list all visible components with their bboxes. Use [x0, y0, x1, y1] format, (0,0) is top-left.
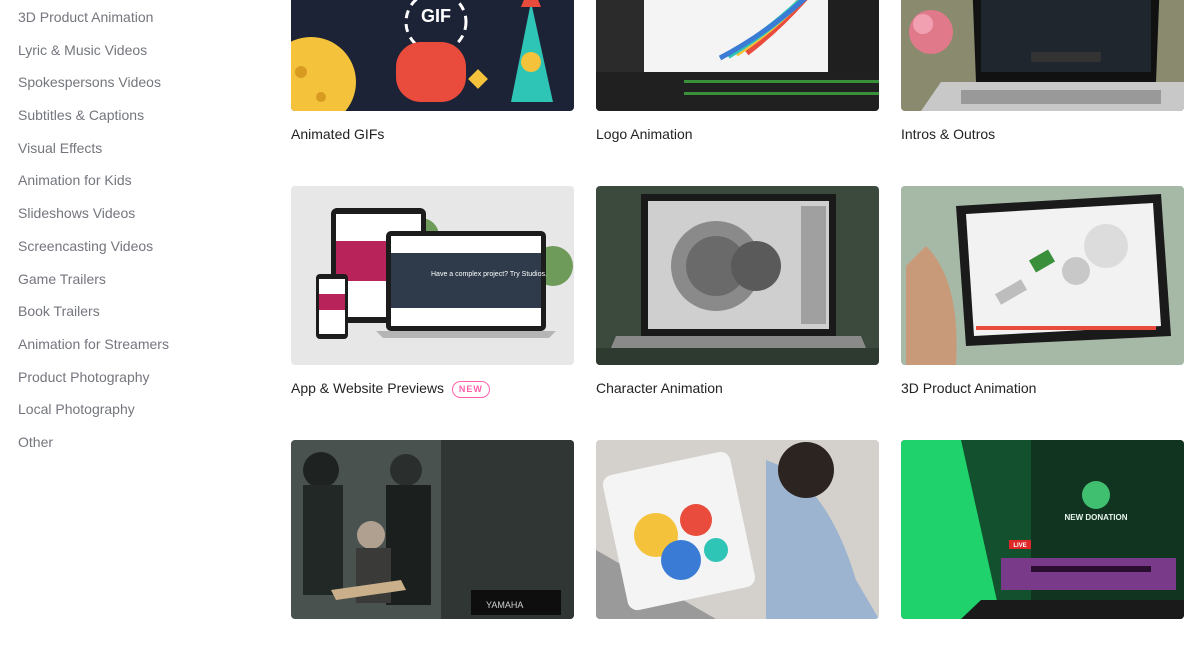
card-thumbnail: [596, 440, 879, 619]
card-label: 3D Product Animation: [901, 380, 1037, 396]
card-label: Animated GIFs: [291, 126, 385, 142]
live-thumb-text: LIVE: [1013, 543, 1026, 549]
card-thumbnail: [901, 186, 1184, 365]
card-animated-gifs[interactable]: GIF Animated GIFs: [291, 0, 574, 143]
card-thumbnail: [596, 0, 879, 111]
logo-animation-image: [596, 0, 879, 111]
preview-heading-text: Have a complex project? Try Studios.: [431, 271, 547, 278]
card-kids-tablet[interactable]: [596, 440, 879, 651]
card-app-website-previews[interactable]: Have a complex project? Try Studios. App…: [291, 186, 574, 398]
card-thumbnail: GIF: [291, 0, 574, 111]
card-label: Intros & Outros: [901, 126, 996, 142]
card-streamers[interactable]: NEW DONATION LIVE: [901, 440, 1184, 651]
card-thumbnail: [901, 0, 1184, 111]
card-label: Logo Animation: [596, 126, 693, 142]
kids-tablet-image: [596, 440, 879, 619]
card-thumbnail: [596, 186, 879, 365]
card-label: App & Website Previews NEW: [291, 379, 574, 398]
app-website-previews-image: Have a complex project? Try Studios.: [291, 186, 574, 365]
card-thumbnail: YAMAHA: [291, 440, 574, 619]
sidebar-item-game-trailers[interactable]: Game Trailers: [18, 263, 258, 296]
gif-thumb-text: GIF: [421, 6, 451, 26]
yamaha-thumb-text: YAMAHA: [486, 600, 523, 610]
animated-gifs-image: GIF: [291, 0, 574, 111]
intros-outros-image: [901, 0, 1184, 111]
sidebar-item-subtitles-captions[interactable]: Subtitles & Captions: [18, 99, 258, 132]
new-badge: NEW: [451, 380, 490, 398]
card-character-animation[interactable]: Character Animation: [596, 186, 879, 397]
sidebar-item-other[interactable]: Other: [18, 426, 258, 459]
card-label: Character Animation: [596, 380, 723, 396]
streamers-image: NEW DONATION LIVE: [901, 440, 1184, 619]
sidebar-item-lyric-music-videos[interactable]: Lyric & Music Videos: [18, 34, 258, 67]
music-video-image: YAMAHA: [291, 440, 574, 619]
card-label: [291, 633, 574, 651]
card-label-text: App & Website Previews: [291, 380, 445, 396]
sidebar-item-3d-product-animation[interactable]: 3D Product Animation: [18, 1, 258, 34]
sidebar-item-animation-for-kids[interactable]: Animation for Kids: [18, 164, 258, 197]
sidebar-item-screencasting-videos[interactable]: Screencasting Videos: [18, 230, 258, 263]
new-donation-thumb-text: NEW DONATION: [1065, 513, 1128, 522]
sidebar-item-spokespersons-videos[interactable]: Spokespersons Videos: [18, 66, 258, 99]
card-music-video[interactable]: YAMAHA: [291, 440, 574, 651]
card-3d-product-animation[interactable]: 3D Product Animation: [901, 186, 1184, 397]
category-sidebar: 3D Product Animation Lyric & Music Video…: [18, 0, 258, 458]
card-label: [596, 633, 879, 651]
character-animation-image: [596, 186, 879, 365]
card-label: [901, 633, 1184, 651]
sidebar-item-animation-for-streamers[interactable]: Animation for Streamers: [18, 328, 258, 361]
card-intros-outros[interactable]: Intros & Outros: [901, 0, 1184, 143]
card-thumbnail: NEW DONATION LIVE: [901, 440, 1184, 619]
sidebar-item-visual-effects[interactable]: Visual Effects: [18, 132, 258, 165]
sidebar-item-slideshows-videos[interactable]: Slideshows Videos: [18, 197, 258, 230]
card-logo-animation[interactable]: Logo Animation: [596, 0, 879, 143]
card-thumbnail: Have a complex project? Try Studios.: [291, 186, 574, 365]
sidebar-item-product-photography[interactable]: Product Photography: [18, 361, 258, 394]
sidebar-item-book-trailers[interactable]: Book Trailers: [18, 295, 258, 328]
sidebar-item-local-photography[interactable]: Local Photography: [18, 393, 258, 426]
3d-product-animation-image: [901, 186, 1184, 365]
